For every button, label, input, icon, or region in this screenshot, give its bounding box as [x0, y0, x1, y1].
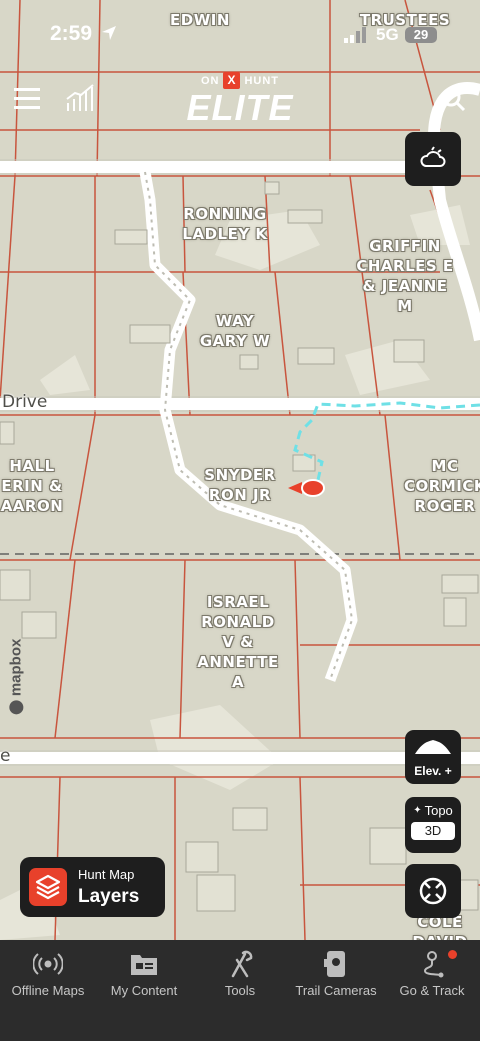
mountain-icon	[415, 740, 451, 754]
elevation-label: Elev. +	[414, 764, 452, 778]
mapbox-logo-icon	[9, 700, 24, 715]
bottom-navigation: Offline Maps My Content Tools Trail Came…	[0, 940, 480, 1041]
parcel-label-griffin: GRIFFIN CHARLES E & JEANNE M	[356, 237, 454, 315]
trail-camera-icon	[324, 951, 345, 977]
search-icon	[441, 87, 466, 112]
nav-go-track-label: Go & Track	[399, 983, 465, 998]
3d-button[interactable]: 3D	[411, 822, 455, 840]
go-track-icon	[423, 951, 444, 978]
elevation-button[interactable]: Elev. +	[405, 730, 461, 784]
hamburger-menu-icon	[14, 88, 40, 109]
stats-button[interactable]	[65, 83, 95, 118]
topo-label[interactable]: Topo	[425, 803, 453, 818]
road-label-partial: e	[0, 746, 11, 766]
topo-3d-toggle[interactable]: ✦ Topo 3D	[405, 797, 461, 853]
layers-subtitle: Hunt Map	[78, 867, 135, 882]
network-type: 5G	[376, 25, 399, 44]
parcel-label-snyder: SNYDER RON JR	[204, 466, 276, 504]
topo-diamond-icon: ✦	[413, 805, 422, 816]
locate-button[interactable]	[405, 864, 461, 918]
brand-elite: ELITE	[186, 87, 294, 128]
cellular-signal-icon	[344, 27, 366, 43]
status-bar: 2:59 5G 29	[0, 0, 480, 70]
tools-icon	[231, 950, 253, 978]
nav-trail-cameras-label: Trail Cameras	[295, 983, 377, 998]
my-content-icon	[131, 955, 157, 975]
status-time: 2:59	[50, 22, 118, 46]
brand-hunt: HUNT	[244, 74, 280, 87]
brand-logo: ON X HUNT ELITE	[180, 72, 300, 129]
parcel-label-mccormick: MC CORMICK ROGER	[404, 457, 480, 515]
nav-offline-maps-label: Offline Maps	[11, 983, 85, 998]
layers-icon	[29, 868, 67, 906]
nav-tools-label: Tools	[224, 983, 256, 998]
chart-icon	[66, 84, 94, 111]
nav-offline-maps[interactable]: Offline Maps	[0, 940, 96, 1010]
parcel-label-way: WAY GARY W	[199, 312, 271, 350]
menu-button[interactable]	[14, 86, 40, 115]
brand-on: ON	[200, 74, 220, 87]
battery-indicator: 29	[405, 27, 437, 43]
mapbox-text: mapbox	[7, 638, 25, 697]
notification-dot-icon	[448, 950, 457, 959]
offline-maps-icon	[33, 953, 63, 975]
locate-crosshair-icon	[419, 877, 447, 905]
nav-my-content[interactable]: My Content	[96, 940, 192, 1010]
mapbox-attribution[interactable]: mapbox	[7, 639, 24, 715]
parcel-label-ronning: RONNING LADLEY K	[182, 205, 268, 243]
search-button[interactable]	[440, 86, 466, 117]
road-label-drive: Drive	[2, 392, 48, 412]
nav-trail-cameras[interactable]: Trail Cameras	[288, 940, 384, 1010]
parcel-label-israel: ISRAEL RONALD V & ANNETTE A	[197, 593, 279, 691]
weather-cloud-icon	[420, 146, 446, 167]
nav-my-content-label: My Content	[110, 983, 178, 998]
weather-button[interactable]	[405, 132, 461, 186]
layers-button[interactable]: Hunt Map Layers	[20, 857, 165, 917]
nav-tools[interactable]: Tools	[192, 940, 288, 1010]
parcel-label-hall: HALL ERIN & AARON	[0, 457, 64, 515]
layers-title: Layers	[78, 886, 140, 907]
location-arrow-icon	[101, 26, 116, 40]
nav-go-track[interactable]: Go & Track	[384, 940, 480, 1010]
